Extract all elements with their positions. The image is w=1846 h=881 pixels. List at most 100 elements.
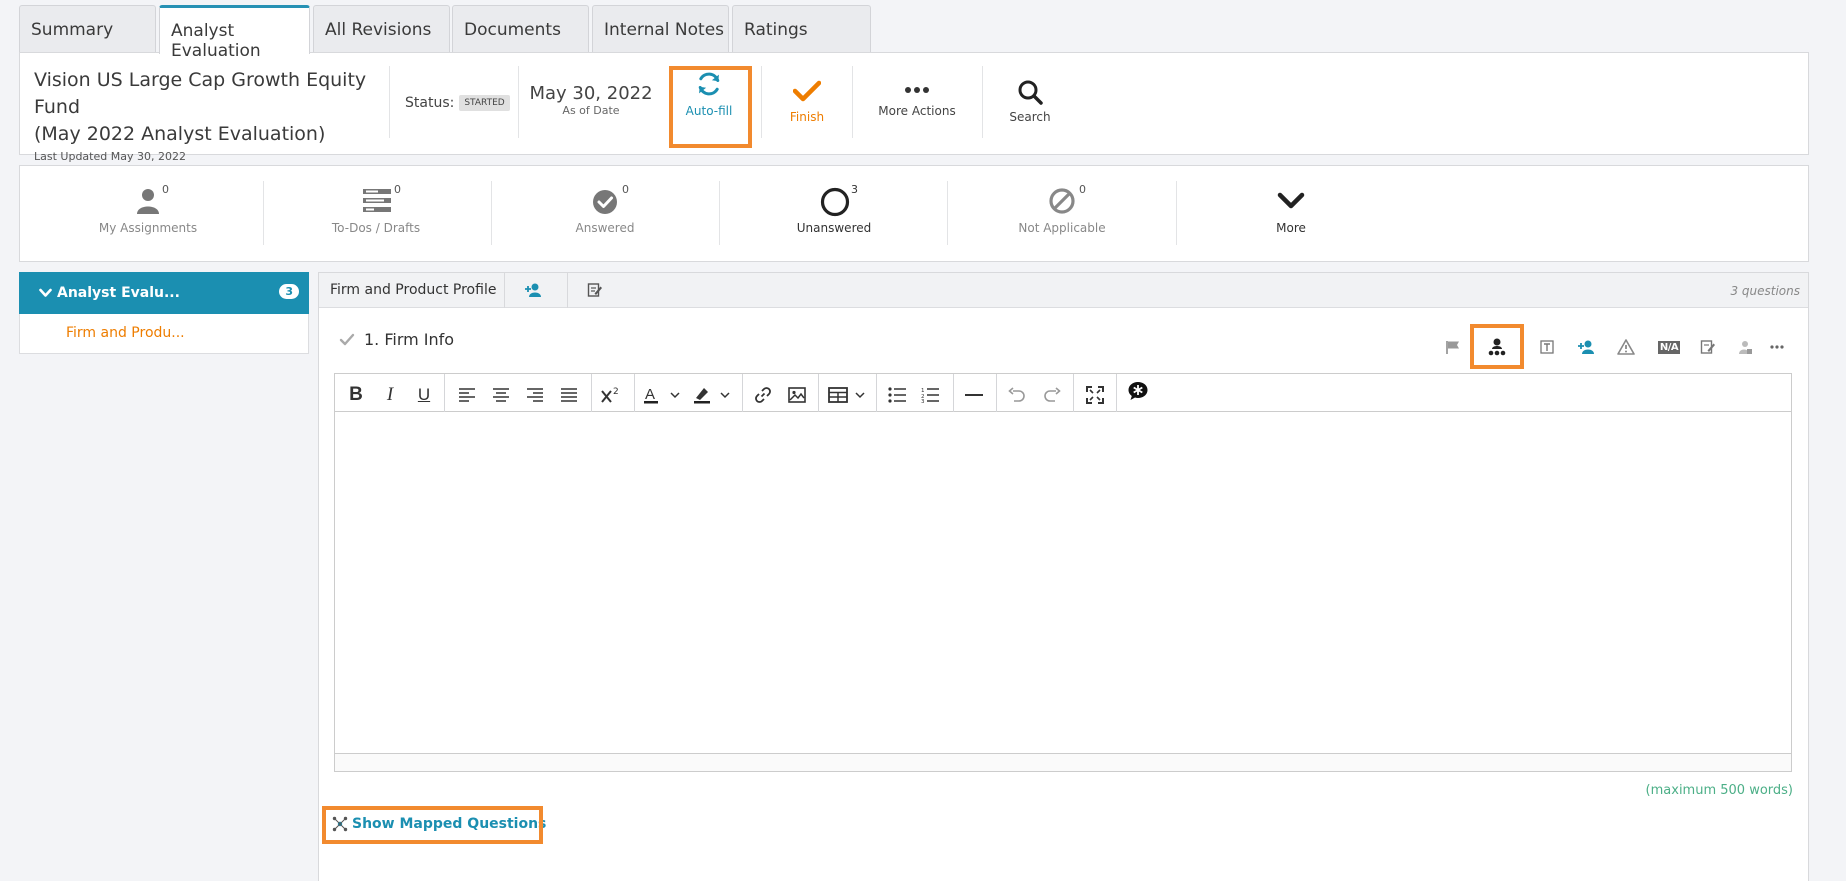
search-icon (1000, 79, 1060, 105)
superscript-icon: 2 (600, 386, 622, 404)
image-button[interactable] (782, 380, 812, 410)
question-title: 1. Firm Info (364, 330, 455, 349)
assign-user-icon[interactable] (524, 282, 542, 298)
tab-analyst-evaluation[interactable]: Analyst Evaluation (159, 5, 310, 61)
user-lock-icon[interactable] (1734, 336, 1756, 358)
stat-label: Unanswered (796, 221, 872, 235)
svg-text:A: A (645, 386, 655, 403)
finish-label: Finish (789, 110, 825, 124)
na-label: N/A (1657, 340, 1681, 354)
stat-unanswered[interactable]: 3 Unanswered (759, 183, 909, 243)
svg-text:2: 2 (613, 387, 619, 397)
tab-internal-notes[interactable]: Internal Notes (592, 5, 729, 52)
comment-button[interactable] (1123, 376, 1153, 406)
more-actions-button[interactable]: More Actions (862, 86, 972, 118)
ellipsis-icon[interactable] (1766, 336, 1788, 358)
autofill-label: Auto-fill (685, 104, 733, 118)
stats-panel (19, 165, 1809, 262)
highlighter-icon (693, 385, 733, 405)
underline-button[interactable]: U (409, 380, 439, 410)
list-icon (363, 189, 391, 213)
align-left-icon (459, 388, 475, 402)
flag-icon[interactable] (1442, 336, 1464, 358)
toolbar-separator (1116, 374, 1117, 412)
justify-icon (561, 388, 577, 402)
sidebar-section[interactable]: Analyst Evalu... 3 (19, 272, 309, 314)
numbered-list-button[interactable]: 123 (915, 380, 945, 410)
stat-label: More (1276, 221, 1306, 235)
evaluation-title-line2: (May 2022 Analyst Evaluation) (34, 123, 326, 145)
toolbar-separator (953, 374, 954, 412)
align-right-button[interactable] (520, 380, 550, 410)
toolbar-separator (996, 374, 997, 412)
stat-todos-drafts[interactable]: 0 To-Dos / Drafts (301, 183, 451, 243)
add-user-icon[interactable] (1575, 336, 1597, 358)
divider (947, 181, 948, 245)
image-icon (788, 387, 806, 403)
stat-label: Not Applicable (1018, 221, 1106, 235)
divider (1176, 181, 1177, 245)
tab-ratings[interactable]: Ratings (732, 5, 871, 52)
toolbar-separator (591, 374, 592, 412)
underline-icon: U (417, 385, 431, 404)
tab-summary[interactable]: Summary (19, 5, 156, 52)
italic-button[interactable]: I (375, 380, 405, 410)
table-icon (828, 387, 868, 403)
text-box-icon[interactable] (1536, 336, 1558, 358)
fullscreen-icon (1086, 386, 1104, 404)
link-icon (754, 386, 772, 404)
font-color-button[interactable]: A (640, 380, 686, 410)
toolbar-separator (818, 374, 819, 412)
redo-button[interactable] (1037, 380, 1067, 410)
stat-not-applicable[interactable]: 0 Not Applicable (987, 183, 1137, 243)
justify-button[interactable] (554, 380, 584, 410)
hierarchy-user-icon[interactable] (1486, 336, 1508, 358)
search-button[interactable]: Search (1000, 79, 1060, 124)
edit-note-icon[interactable] (587, 282, 603, 298)
show-mapped-questions-link[interactable]: Show Mapped Questions (332, 816, 546, 832)
toolbar-separator (876, 374, 877, 412)
font-color-icon: A (643, 385, 683, 405)
bullet-list-button[interactable] (882, 380, 912, 410)
bold-button[interactable]: B (341, 380, 371, 410)
last-updated: Last Updated May 30, 2022 (34, 150, 186, 163)
comment-asterisk-icon (1127, 380, 1149, 402)
sidebar-item-firm-and-product[interactable]: Firm and Produ... (19, 314, 309, 354)
align-center-button[interactable] (486, 380, 516, 410)
warning-icon[interactable] (1615, 336, 1637, 358)
table-button[interactable] (825, 380, 871, 410)
superscript-button[interactable]: 2 (596, 380, 626, 410)
circle-outline-icon (820, 187, 850, 217)
sidebar-count-badge: 3 (279, 284, 299, 299)
finish-button[interactable]: Finish (768, 80, 846, 124)
show-mapped-questions-label: Show Mapped Questions (352, 816, 547, 832)
stat-more[interactable]: More (1216, 183, 1366, 243)
tab-all-revisions[interactable]: All Revisions (313, 5, 450, 52)
tab-documents[interactable]: Documents (452, 5, 589, 52)
bold-icon: B (349, 384, 363, 405)
as-of-date-value: May 30, 2022 (529, 83, 653, 104)
user-icon (136, 188, 160, 214)
more-actions-label: More Actions (878, 104, 956, 118)
align-right-icon (527, 388, 543, 402)
stat-count: 0 (1079, 183, 1086, 196)
undo-button[interactable] (1002, 380, 1032, 410)
horizontal-rule-button[interactable] (959, 380, 989, 410)
stat-count: 0 (162, 183, 169, 196)
stat-my-assignments[interactable]: 0 My Assignments (73, 183, 223, 243)
chevron-down-icon (39, 288, 52, 298)
stat-answered[interactable]: 0 Answered (530, 183, 680, 243)
editor-content-area[interactable] (335, 412, 1791, 753)
edit-note-icon[interactable] (1697, 336, 1719, 358)
toolbar-separator (742, 374, 743, 412)
status-label: Status: (405, 95, 455, 111)
autofill-button[interactable]: Auto-fill (672, 70, 746, 118)
fullscreen-button[interactable] (1080, 380, 1110, 410)
tab-ratings-label: Ratings (744, 20, 808, 40)
link-button[interactable] (748, 380, 778, 410)
not-applicable-button[interactable]: N/A (1656, 336, 1682, 358)
align-left-button[interactable] (452, 380, 482, 410)
highlight-color-button[interactable] (690, 380, 736, 410)
bullet-list-icon (888, 387, 906, 403)
tab-analyst-evaluation-label: Analyst Evaluation (171, 21, 261, 61)
